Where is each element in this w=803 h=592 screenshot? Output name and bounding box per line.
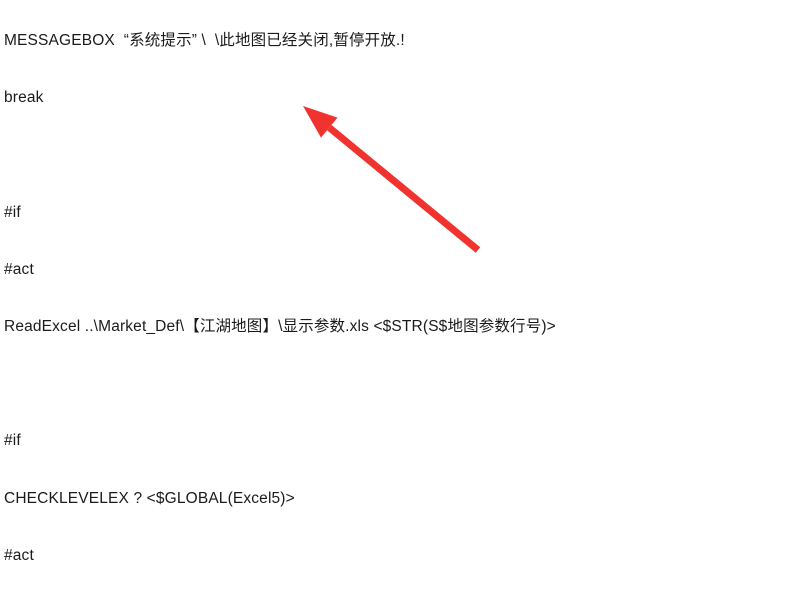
- script-line-list: MESSAGEBOX “系统提示” \ \此地图已经关闭,暂停开放.! brea…: [4, 0, 803, 592]
- code-line: ReadExcel ..\Market_Def\【江湖地图】\显示参数.xls …: [4, 317, 556, 335]
- code-line: MESSAGEBOX “系统提示” \ \此地图已经关闭,暂停开放.!: [4, 32, 405, 49]
- code-line: break: [4, 89, 44, 107]
- code-line: CHECKLEVELEX ? <$GLOBAL(Excel5)>: [4, 489, 295, 507]
- code-line: #act: [4, 260, 34, 278]
- script-text-view[interactable]: MESSAGEBOX “系统提示” \ \此地图已经关闭,暂停开放.! brea…: [0, 0, 803, 592]
- code-line: #if: [4, 432, 21, 450]
- code-line: #act: [4, 546, 34, 564]
- code-line: #if: [4, 203, 21, 221]
